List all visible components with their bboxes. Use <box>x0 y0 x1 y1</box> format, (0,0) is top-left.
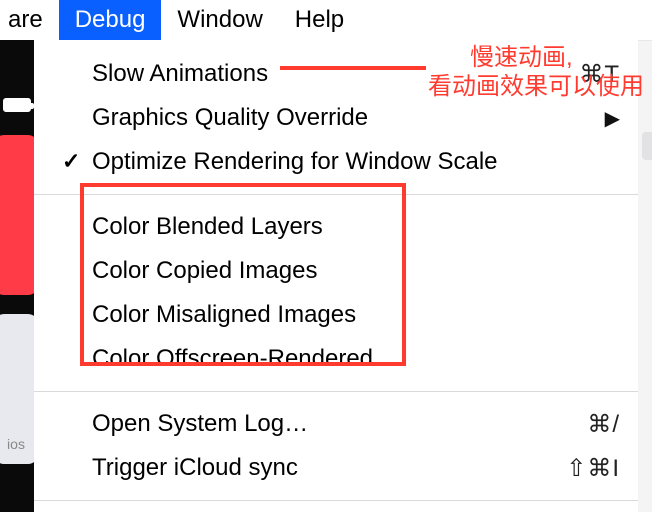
menubar-label: Help <box>295 6 344 34</box>
menubar-item-debug[interactable]: Debug <box>59 0 162 40</box>
menu-item-label: Slow Animations <box>92 60 268 88</box>
menu-item-label: Optimize Rendering for Window Scale <box>92 148 498 176</box>
annotation-line: 慢速动画, <box>428 44 644 73</box>
annotation-text: 慢速动画, 看动画效果可以使用 <box>428 44 644 102</box>
checkmark-icon: ✓ <box>62 148 80 174</box>
simulator-strip: ios <box>0 40 34 512</box>
debug-menu: Slow Animations ⌘T Graphics Quality Over… <box>34 40 638 512</box>
menu-item-color-blended[interactable]: Color Blended Layers <box>34 205 638 249</box>
menu-item-label: Trigger iCloud sync <box>92 454 298 482</box>
menu-item-color-misaligned[interactable]: Color Misaligned Images <box>34 293 638 337</box>
menu-separator <box>34 194 638 195</box>
menu-item-trigger-icloud[interactable]: Trigger iCloud sync ⇧⌘I <box>34 446 638 490</box>
menu-item-label: Color Misaligned Images <box>92 301 356 329</box>
menu-item-label: Graphics Quality Override <box>92 104 368 132</box>
menu-item-label: Color Copied Images <box>92 257 317 285</box>
menubar-item-help[interactable]: Help <box>279 0 360 40</box>
menu-item-label: Color Blended Layers <box>92 213 323 241</box>
menu-item-shortcut: ⌘/ <box>587 410 620 439</box>
menubar-label: Debug <box>75 6 146 34</box>
menu-item-shortcut: ⇧⌘I <box>566 454 620 483</box>
annotation-line: 看动画效果可以使用 <box>428 73 644 102</box>
menu-item-optimize-rendering[interactable]: ✓ Optimize Rendering for Window Scale <box>34 140 638 184</box>
menu-item-open-system-log[interactable]: Open System Log… ⌘/ <box>34 402 638 446</box>
menu-item-label: Color Offscreen-Rendered <box>92 345 373 373</box>
menu-item-color-offscreen[interactable]: Color Offscreen-Rendered <box>34 337 638 381</box>
menubar-item-hardware[interactable]: are <box>0 0 59 40</box>
menu-separator <box>34 500 638 501</box>
menu-item-label: Open System Log… <box>92 410 308 438</box>
menubar-label: Window <box>177 6 262 34</box>
menu-item-color-copied[interactable]: Color Copied Images <box>34 249 638 293</box>
app-label: ios <box>0 436 38 452</box>
menubar: are Debug Window Help <box>0 0 652 40</box>
menu-item-graphics-quality[interactable]: Graphics Quality Override ▶ <box>34 96 638 140</box>
simulator-app-grey: ios <box>0 314 38 464</box>
menubar-label: are <box>8 6 43 34</box>
simulator-app-red <box>0 135 38 295</box>
menu-separator <box>34 391 638 392</box>
submenu-arrow-icon: ▶ <box>605 106 620 131</box>
background-edge <box>642 132 652 160</box>
menubar-item-window[interactable]: Window <box>161 0 278 40</box>
battery-icon <box>3 98 31 112</box>
